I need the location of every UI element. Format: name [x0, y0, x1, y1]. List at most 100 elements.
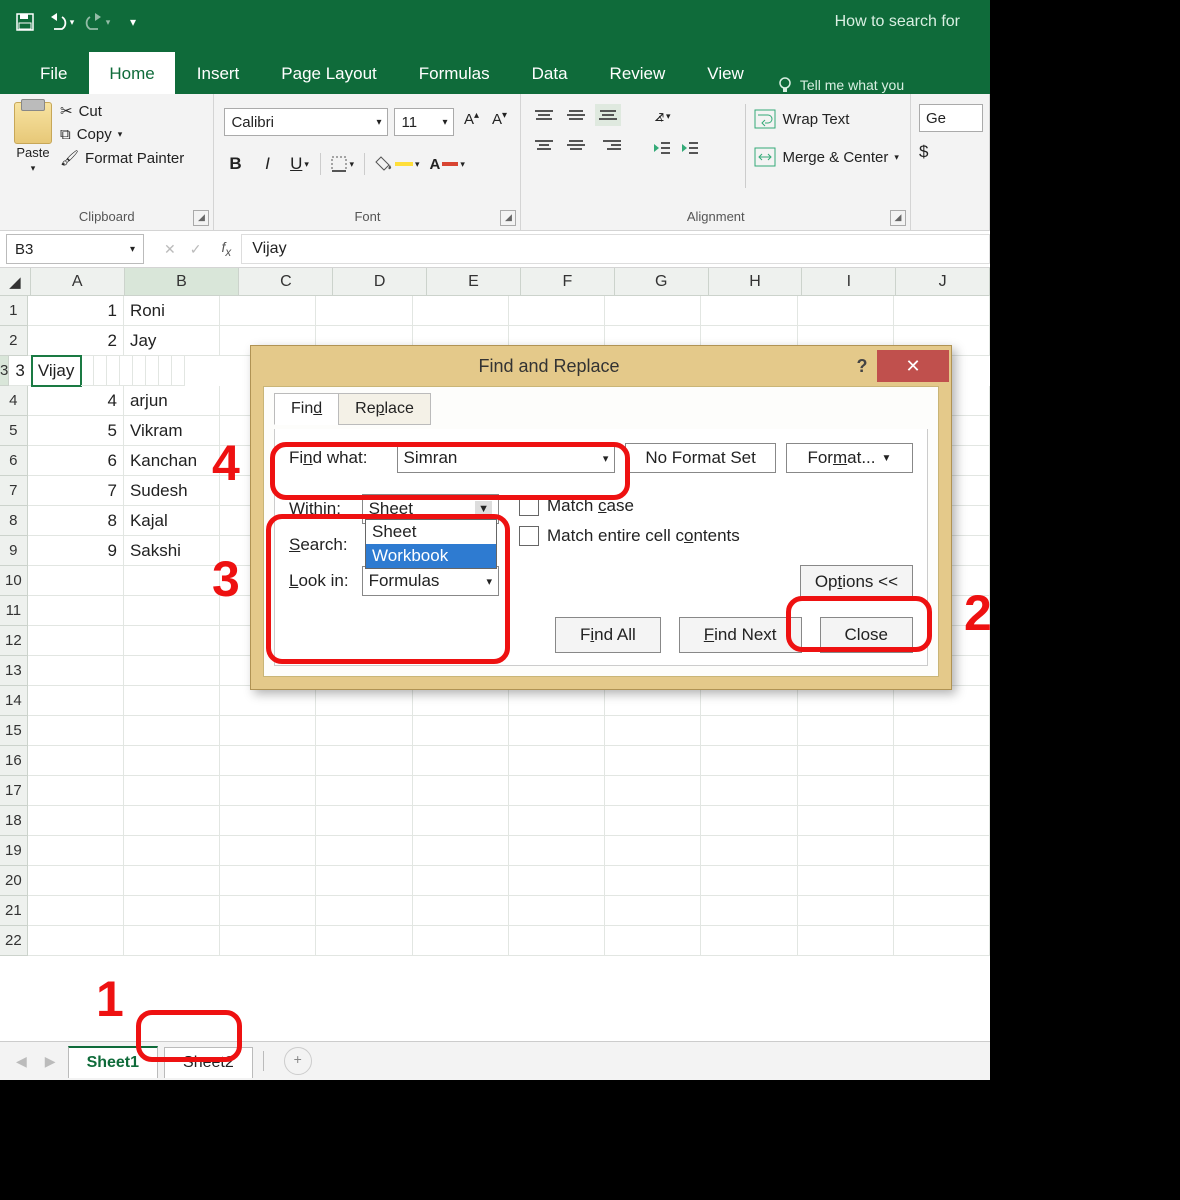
decrease-font-icon[interactable]: A▾ [488, 110, 510, 134]
cell[interactable] [413, 866, 509, 896]
cell[interactable] [220, 296, 316, 326]
cell[interactable] [701, 686, 797, 716]
cell[interactable] [701, 716, 797, 746]
cell[interactable]: Kajal [124, 506, 220, 536]
cell[interactable] [413, 896, 509, 926]
within-option-sheet[interactable]: Sheet [366, 520, 496, 544]
dialog-launcher-icon[interactable]: ◢ [500, 210, 516, 226]
cell[interactable]: 9 [28, 536, 124, 566]
cell[interactable]: Sudesh [124, 476, 220, 506]
cell[interactable] [605, 746, 701, 776]
cell[interactable] [28, 566, 124, 596]
cell[interactable] [316, 866, 412, 896]
name-box[interactable]: B3▾ [6, 234, 144, 264]
col-header[interactable]: F [521, 268, 615, 296]
cell[interactable] [220, 686, 316, 716]
cell[interactable] [894, 866, 990, 896]
cell[interactable]: 5 [28, 416, 124, 446]
cell[interactable] [124, 686, 220, 716]
tab-home[interactable]: Home [89, 52, 174, 94]
sheet-nav-prev[interactable]: ◀ [10, 1053, 33, 1070]
cell[interactable] [894, 926, 990, 956]
cell[interactable] [413, 776, 509, 806]
cell[interactable] [28, 686, 124, 716]
cell[interactable] [798, 746, 894, 776]
currency-button[interactable]: $ [919, 142, 979, 162]
row-header[interactable]: 12 [0, 626, 28, 656]
fx-icon[interactable]: fx [221, 239, 231, 259]
cell[interactable] [605, 686, 701, 716]
cell[interactable] [28, 776, 124, 806]
cell[interactable] [124, 656, 220, 686]
help-icon[interactable]: ? [847, 356, 877, 377]
col-header[interactable]: A [31, 268, 125, 296]
italic-button[interactable]: I [256, 152, 278, 176]
cell[interactable]: Sakshi [124, 536, 220, 566]
row-header[interactable]: 11 [0, 596, 28, 626]
merge-center-button[interactable]: Merge & Center ▾ [754, 142, 898, 172]
cell[interactable] [798, 716, 894, 746]
align-right-icon[interactable] [595, 134, 621, 156]
cell[interactable] [605, 866, 701, 896]
cell[interactable] [124, 806, 220, 836]
cell[interactable] [798, 296, 894, 326]
cell[interactable]: Jay [124, 326, 220, 356]
close-icon[interactable]: ✕ [877, 350, 949, 382]
decrease-indent-icon[interactable] [651, 136, 673, 160]
cell[interactable] [894, 806, 990, 836]
cell[interactable] [316, 806, 412, 836]
enter-icon[interactable]: ✓ [190, 241, 202, 258]
row-header[interactable]: 6 [0, 446, 28, 476]
redo-icon[interactable]: ▾ [82, 7, 112, 37]
cell[interactable] [316, 926, 412, 956]
cell[interactable] [509, 926, 605, 956]
cell[interactable]: Roni [124, 296, 220, 326]
row-header[interactable]: 1 [0, 296, 28, 326]
tab-file[interactable]: File [20, 52, 87, 94]
row-header[interactable]: 14 [0, 686, 28, 716]
cell[interactable] [107, 356, 120, 386]
cell[interactable] [124, 596, 220, 626]
row-header[interactable]: 5 [0, 416, 28, 446]
cell[interactable]: 1 [28, 296, 124, 326]
cell[interactable] [701, 866, 797, 896]
cell[interactable] [124, 626, 220, 656]
row-header[interactable]: 2 [0, 326, 28, 356]
row-header[interactable]: 3 [0, 356, 9, 386]
font-color-button[interactable]: A▾ [430, 152, 465, 176]
col-header[interactable]: E [427, 268, 521, 296]
cell[interactable]: Vikram [124, 416, 220, 446]
cell[interactable] [28, 746, 124, 776]
cell[interactable] [509, 866, 605, 896]
tab-view[interactable]: View [687, 52, 764, 94]
cell[interactable] [28, 596, 124, 626]
cell[interactable] [94, 356, 107, 386]
cell[interactable]: 7 [28, 476, 124, 506]
cell[interactable] [509, 806, 605, 836]
cell[interactable] [28, 926, 124, 956]
row-header[interactable]: 15 [0, 716, 28, 746]
cell[interactable]: 6 [28, 446, 124, 476]
cell[interactable] [316, 896, 412, 926]
cell[interactable] [605, 926, 701, 956]
cell[interactable] [701, 896, 797, 926]
cell[interactable] [701, 296, 797, 326]
match-entire-checkbox[interactable]: Match entire cell contents [519, 521, 740, 551]
cell[interactable] [220, 836, 316, 866]
cell[interactable] [605, 806, 701, 836]
cell[interactable] [894, 836, 990, 866]
row-header[interactable]: 17 [0, 776, 28, 806]
align-center-icon[interactable] [563, 134, 589, 156]
paste-button[interactable]: Paste▾ [10, 98, 56, 194]
tell-me[interactable]: Tell me what you [776, 76, 904, 94]
cell[interactable] [413, 836, 509, 866]
row-header[interactable]: 4 [0, 386, 28, 416]
cell[interactable] [124, 746, 220, 776]
select-all-corner[interactable]: ◢ [0, 268, 31, 296]
cell[interactable] [220, 926, 316, 956]
cell[interactable] [894, 896, 990, 926]
col-header[interactable]: C [239, 268, 333, 296]
cell[interactable] [605, 896, 701, 926]
undo-icon[interactable]: ▾ [46, 7, 76, 37]
new-sheet-button[interactable]: + [284, 1047, 312, 1075]
